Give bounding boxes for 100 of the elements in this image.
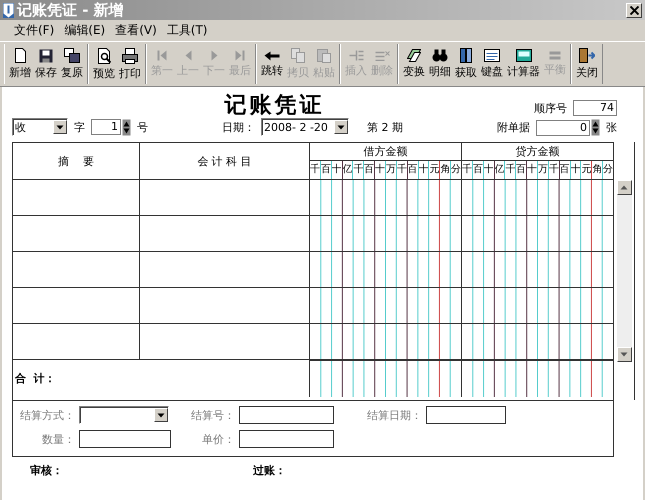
digit-header: 千 xyxy=(548,161,560,179)
menu-item[interactable]: 编辑(E) xyxy=(64,22,106,39)
window-title: 记账凭证 - 新增 xyxy=(17,0,125,20)
next-icon xyxy=(210,50,218,61)
digit-header: 角 xyxy=(592,161,604,179)
date-dropdown[interactable]: 2008- 2 -20 xyxy=(261,118,349,136)
printer-icon xyxy=(122,48,138,64)
last-icon xyxy=(235,50,245,61)
toolbar-button[interactable]: 打印 xyxy=(117,44,143,84)
dropdown-button[interactable] xyxy=(53,120,67,134)
amount-cell[interactable] xyxy=(310,360,462,397)
amount-cell[interactable] xyxy=(462,360,613,397)
toolbar-button[interactable]: 变换 xyxy=(401,44,427,84)
digit-header: 千 xyxy=(310,161,321,179)
digit-header: 百 xyxy=(516,161,528,179)
label: 结算方式： xyxy=(19,408,75,422)
toolbar-button[interactable]: 预览 xyxy=(91,44,117,84)
digit-header: 千 xyxy=(505,161,516,179)
toolbar-button[interactable]: 键盘 xyxy=(479,44,505,84)
digit-header: 十 xyxy=(332,161,343,179)
settlement-method-dropdown[interactable] xyxy=(79,406,169,424)
digit-header: 亿 xyxy=(342,161,354,179)
digit-header: 角 xyxy=(440,161,452,179)
scrollbar[interactable] xyxy=(616,180,632,362)
menu-item[interactable]: 工具(T) xyxy=(166,22,208,39)
digit-header: 十 xyxy=(418,161,430,179)
label: 日期： xyxy=(222,120,255,134)
scroll-down-button[interactable] xyxy=(616,347,632,362)
magnifier-page-icon xyxy=(98,48,110,64)
digit-header: 元 xyxy=(429,161,440,179)
input-field[interactable] xyxy=(239,406,334,424)
number-field[interactable]: 1 xyxy=(91,119,121,135)
equals-icon xyxy=(549,51,561,60)
digit-header: 千 xyxy=(462,161,473,179)
menu-item[interactable]: 文件(F) xyxy=(14,22,54,39)
copy-icon xyxy=(291,48,305,63)
page-icon xyxy=(14,48,26,63)
caret-icon xyxy=(157,412,165,418)
toolbar-button[interactable]: 关闭 xyxy=(574,44,600,84)
digit-header: 百 xyxy=(408,161,419,179)
spinner-icon xyxy=(122,118,131,136)
spinner-icon xyxy=(591,119,600,136)
sequence-field[interactable]: 74 xyxy=(573,100,617,116)
voucher-type-dropdown[interactable]: 收 xyxy=(12,118,68,136)
first-icon xyxy=(157,50,167,61)
up-arrow-icon xyxy=(620,185,628,190)
toolbar-button[interactable]: 复原 xyxy=(59,44,85,84)
digit-header: 十 xyxy=(484,161,495,179)
label: 附单据 xyxy=(497,120,530,135)
close-icon xyxy=(630,6,638,14)
column-header: 会 计 科 目 xyxy=(140,143,310,179)
paste-icon xyxy=(317,48,331,62)
digit-header: 亿 xyxy=(494,161,506,179)
digit-header: 十 xyxy=(570,161,582,179)
binoculars-icon xyxy=(432,49,448,62)
close-button[interactable] xyxy=(626,2,642,18)
voucher-title: 记账凭证 xyxy=(223,92,326,118)
toolbar-button[interactable]: 获取 xyxy=(453,44,479,84)
digit-header: 元 xyxy=(581,161,592,179)
toolbar-button[interactable]: 保存 xyxy=(33,44,59,84)
toolbar-button[interactable]: 明细 xyxy=(427,44,453,84)
toolbar-button[interactable]: 计算器 xyxy=(505,44,542,84)
caret-icon xyxy=(337,124,345,130)
number-field[interactable]: 0 xyxy=(536,120,590,136)
cards-icon xyxy=(407,49,421,62)
menu-item[interactable]: 查看(V) xyxy=(115,22,157,39)
digit-header: 百 xyxy=(320,161,332,179)
label: 顺序号 xyxy=(534,100,567,116)
input-field[interactable] xyxy=(426,406,506,424)
delete-icon xyxy=(374,50,390,60)
label: 结算号： xyxy=(190,408,235,422)
pen-icon xyxy=(3,2,14,18)
insert-icon xyxy=(348,50,364,61)
digit-header: 千 xyxy=(396,161,408,179)
period-label: 第 2 期 xyxy=(367,120,403,134)
label: 字 xyxy=(74,120,85,134)
calculator-icon xyxy=(516,49,532,62)
keyboard-icon xyxy=(484,49,500,62)
label: 数量： xyxy=(41,432,75,446)
digit-header: 万 xyxy=(538,161,549,179)
input-field[interactable] xyxy=(239,430,334,448)
scroll-up-button[interactable] xyxy=(616,180,632,195)
dropdown-button[interactable] xyxy=(154,408,168,422)
digit-header: 分 xyxy=(451,163,462,177)
label: 单价： xyxy=(201,432,235,446)
down-arrow-icon xyxy=(620,352,628,357)
label: 张 xyxy=(606,120,617,135)
dropdown-button[interactable] xyxy=(334,120,348,134)
toolbar-button[interactable]: 新增 xyxy=(7,44,33,84)
digit-header: 百 xyxy=(472,161,484,179)
label: 号 xyxy=(137,120,148,134)
previous-icon xyxy=(184,50,192,61)
label: 结算日期： xyxy=(366,408,422,422)
caret-icon xyxy=(56,124,64,130)
digit-header: 万 xyxy=(386,161,397,179)
digit-header: 分 xyxy=(603,163,614,177)
input-field[interactable] xyxy=(79,430,171,448)
left-arrow-icon xyxy=(264,50,280,60)
column-header: 贷方金额 xyxy=(462,143,613,161)
toolbar-button[interactable]: 跳转 xyxy=(259,44,285,84)
